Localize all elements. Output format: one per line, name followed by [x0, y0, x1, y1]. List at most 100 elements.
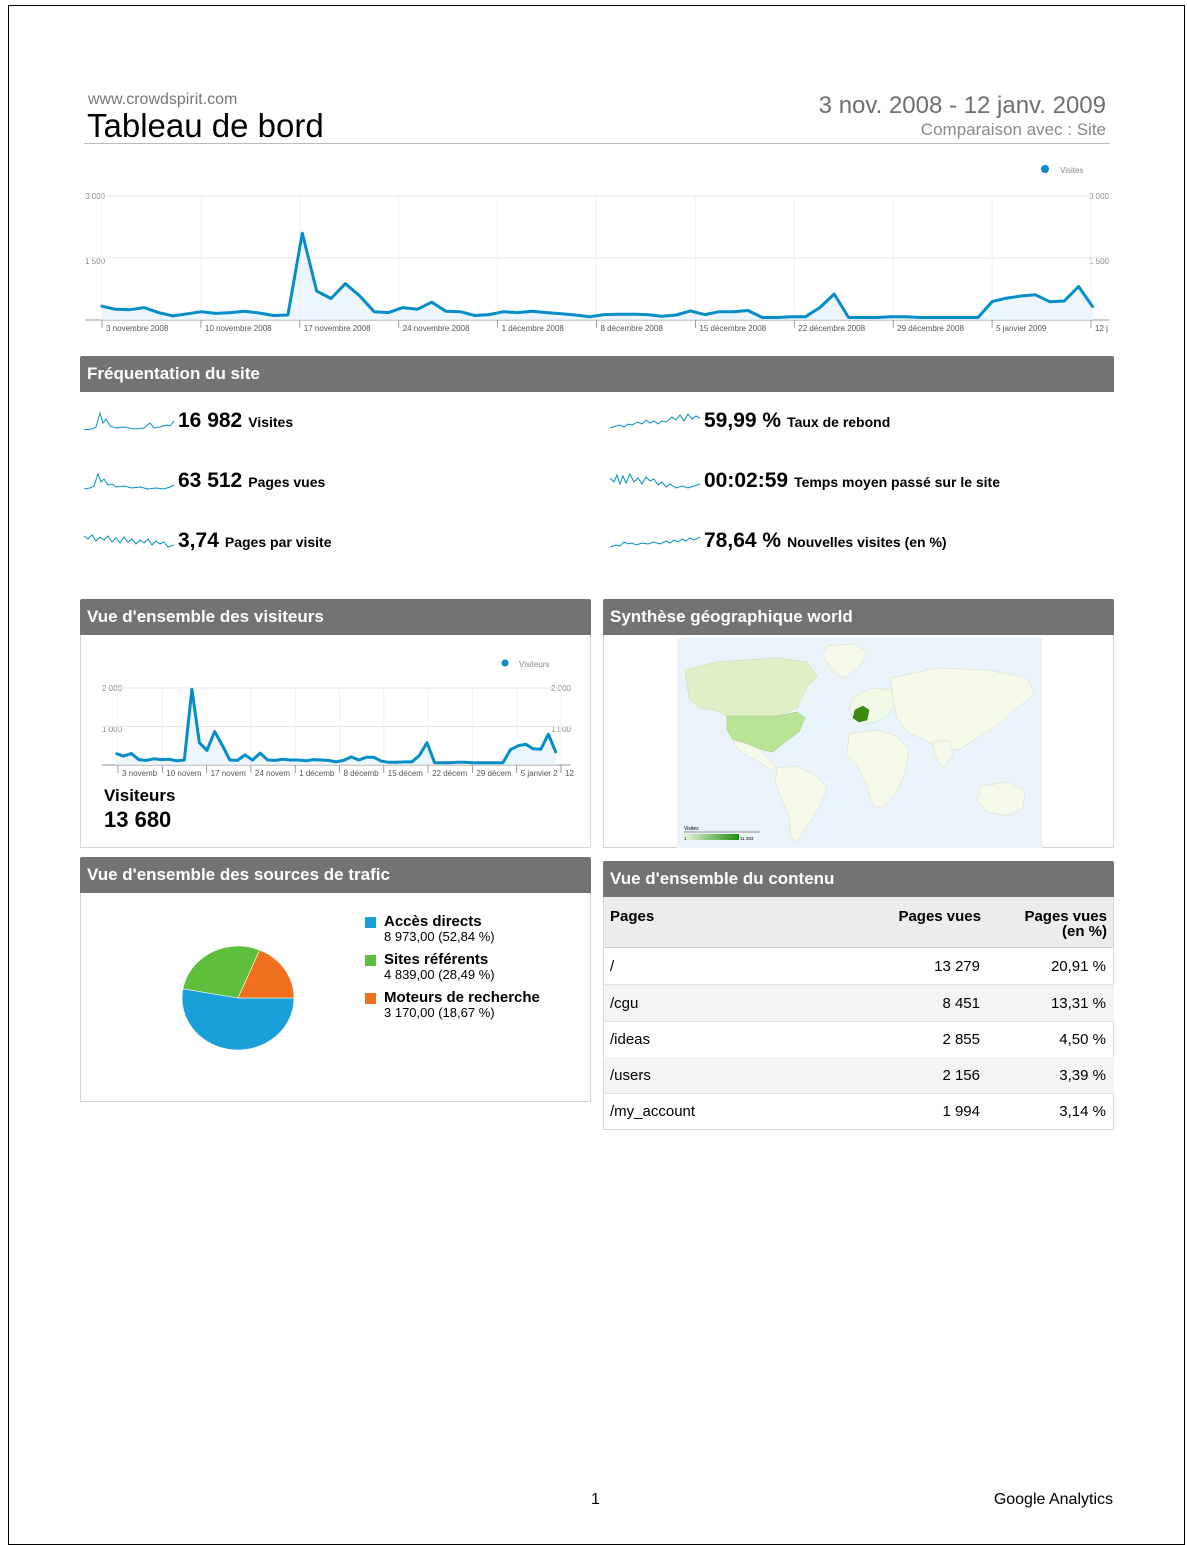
data-point[interactable]: [804, 315, 807, 318]
data-point[interactable]: [251, 759, 254, 761]
data-point[interactable]: [1020, 295, 1022, 297]
data-point[interactable]: [430, 301, 433, 304]
data-point[interactable]: [646, 313, 649, 316]
data-point[interactable]: [258, 312, 260, 314]
cell-page[interactable]: /: [610, 958, 614, 975]
data-point[interactable]: [221, 744, 224, 746]
data-point[interactable]: [357, 759, 360, 761]
data-point[interactable]: [160, 758, 163, 761]
metric-new-visits[interactable]: 78,64 % Nouvelles visites (en %): [610, 529, 947, 553]
data-point[interactable]: [304, 759, 307, 762]
data-point[interactable]: [718, 310, 721, 313]
metric-pageviews[interactable]: 63 512 Pages vues: [84, 469, 325, 493]
data-point[interactable]: [456, 761, 459, 764]
cell-page[interactable]: /my_account: [610, 1103, 695, 1120]
data-point[interactable]: [266, 759, 269, 761]
data-point[interactable]: [473, 314, 476, 317]
data-point[interactable]: [555, 751, 557, 754]
data-point[interactable]: [876, 316, 879, 319]
data-point[interactable]: [344, 282, 347, 285]
data-point[interactable]: [312, 758, 315, 761]
data-point[interactable]: [100, 305, 102, 307]
data-point[interactable]: [660, 315, 663, 318]
cell-page[interactable]: /ideas: [610, 1031, 650, 1048]
data-point[interactable]: [540, 748, 542, 751]
data-point[interactable]: [862, 316, 864, 319]
data-point[interactable]: [418, 754, 421, 757]
col-pages[interactable]: Pages: [610, 909, 654, 924]
data-point[interactable]: [545, 311, 548, 314]
data-point[interactable]: [403, 761, 406, 763]
data-point[interactable]: [215, 312, 217, 315]
traffic-pie-chart[interactable]: [178, 943, 298, 1053]
data-point[interactable]: [229, 311, 232, 314]
data-point[interactable]: [517, 744, 519, 747]
data-point[interactable]: [191, 688, 193, 690]
col-pageviews-pct[interactable]: Pages vues (en %): [1024, 909, 1107, 939]
data-point[interactable]: [547, 733, 550, 735]
data-point[interactable]: [502, 761, 504, 764]
data-point[interactable]: [157, 311, 160, 314]
data-point[interactable]: [948, 316, 951, 319]
metric-visits[interactable]: 16 982 Visites: [84, 409, 293, 433]
data-point[interactable]: [890, 315, 893, 318]
data-point[interactable]: [416, 308, 419, 311]
data-point[interactable]: [244, 754, 246, 756]
data-point[interactable]: [122, 755, 125, 757]
data-point[interactable]: [574, 314, 577, 316]
data-point[interactable]: [471, 761, 474, 764]
data-point[interactable]: [488, 313, 490, 316]
data-point[interactable]: [560, 313, 562, 315]
data-point[interactable]: [297, 759, 299, 761]
data-point[interactable]: [1092, 306, 1094, 308]
data-point[interactable]: [632, 313, 634, 316]
data-point[interactable]: [833, 293, 836, 295]
data-point[interactable]: [143, 306, 145, 309]
data-point[interactable]: [790, 315, 792, 318]
data-point[interactable]: [524, 743, 527, 746]
table-row[interactable]: / 13 279 20,91 %: [604, 948, 1114, 985]
data-point[interactable]: [282, 758, 284, 761]
col-pageviews[interactable]: Pages vues: [898, 909, 981, 924]
data-point[interactable]: [441, 761, 444, 764]
data-point[interactable]: [213, 730, 216, 733]
date-range[interactable]: 3 nov. 2008 - 12 janv. 2009: [819, 92, 1106, 120]
data-point[interactable]: [426, 741, 428, 744]
data-point[interactable]: [747, 309, 749, 312]
data-point[interactable]: [1077, 285, 1080, 288]
visits-chart[interactable]: Visites 3 000 1 500 3 000 1 500 3 novemb…: [80, 150, 1114, 345]
data-point[interactable]: [387, 311, 390, 314]
data-point[interactable]: [509, 748, 512, 751]
data-point[interactable]: [502, 310, 505, 313]
data-point[interactable]: [977, 316, 979, 319]
data-point[interactable]: [445, 310, 447, 313]
data-point[interactable]: [236, 759, 239, 762]
series-line[interactable]: [115, 687, 558, 765]
cell-page[interactable]: /users: [610, 1067, 651, 1084]
data-point[interactable]: [1049, 301, 1051, 303]
data-point[interactable]: [689, 310, 692, 312]
data-point[interactable]: [228, 759, 231, 761]
data-point[interactable]: [1034, 293, 1037, 296]
visitors-chart[interactable]: Visiteurs 2 000 1 000 2 000 1 000 3 nove…: [81, 645, 590, 785]
data-point[interactable]: [130, 752, 132, 755]
data-point[interactable]: [168, 758, 170, 761]
data-point[interactable]: [532, 748, 535, 750]
data-point[interactable]: [198, 741, 201, 744]
data-point[interactable]: [464, 761, 466, 764]
world-map[interactable]: Visites 1 11 293: [677, 638, 1042, 848]
cell-page[interactable]: /cgu: [610, 995, 638, 1012]
data-point[interactable]: [320, 759, 322, 761]
data-point[interactable]: [183, 759, 186, 761]
data-point[interactable]: [991, 300, 994, 303]
data-point[interactable]: [380, 760, 383, 762]
data-point[interactable]: [934, 316, 936, 319]
data-point[interactable]: [259, 752, 261, 754]
data-point[interactable]: [919, 316, 922, 319]
data-point[interactable]: [274, 759, 277, 762]
data-point[interactable]: [402, 306, 404, 309]
data-point[interactable]: [819, 306, 821, 309]
data-point[interactable]: [761, 316, 764, 319]
data-point[interactable]: [1005, 297, 1008, 299]
data-point[interactable]: [617, 313, 620, 316]
